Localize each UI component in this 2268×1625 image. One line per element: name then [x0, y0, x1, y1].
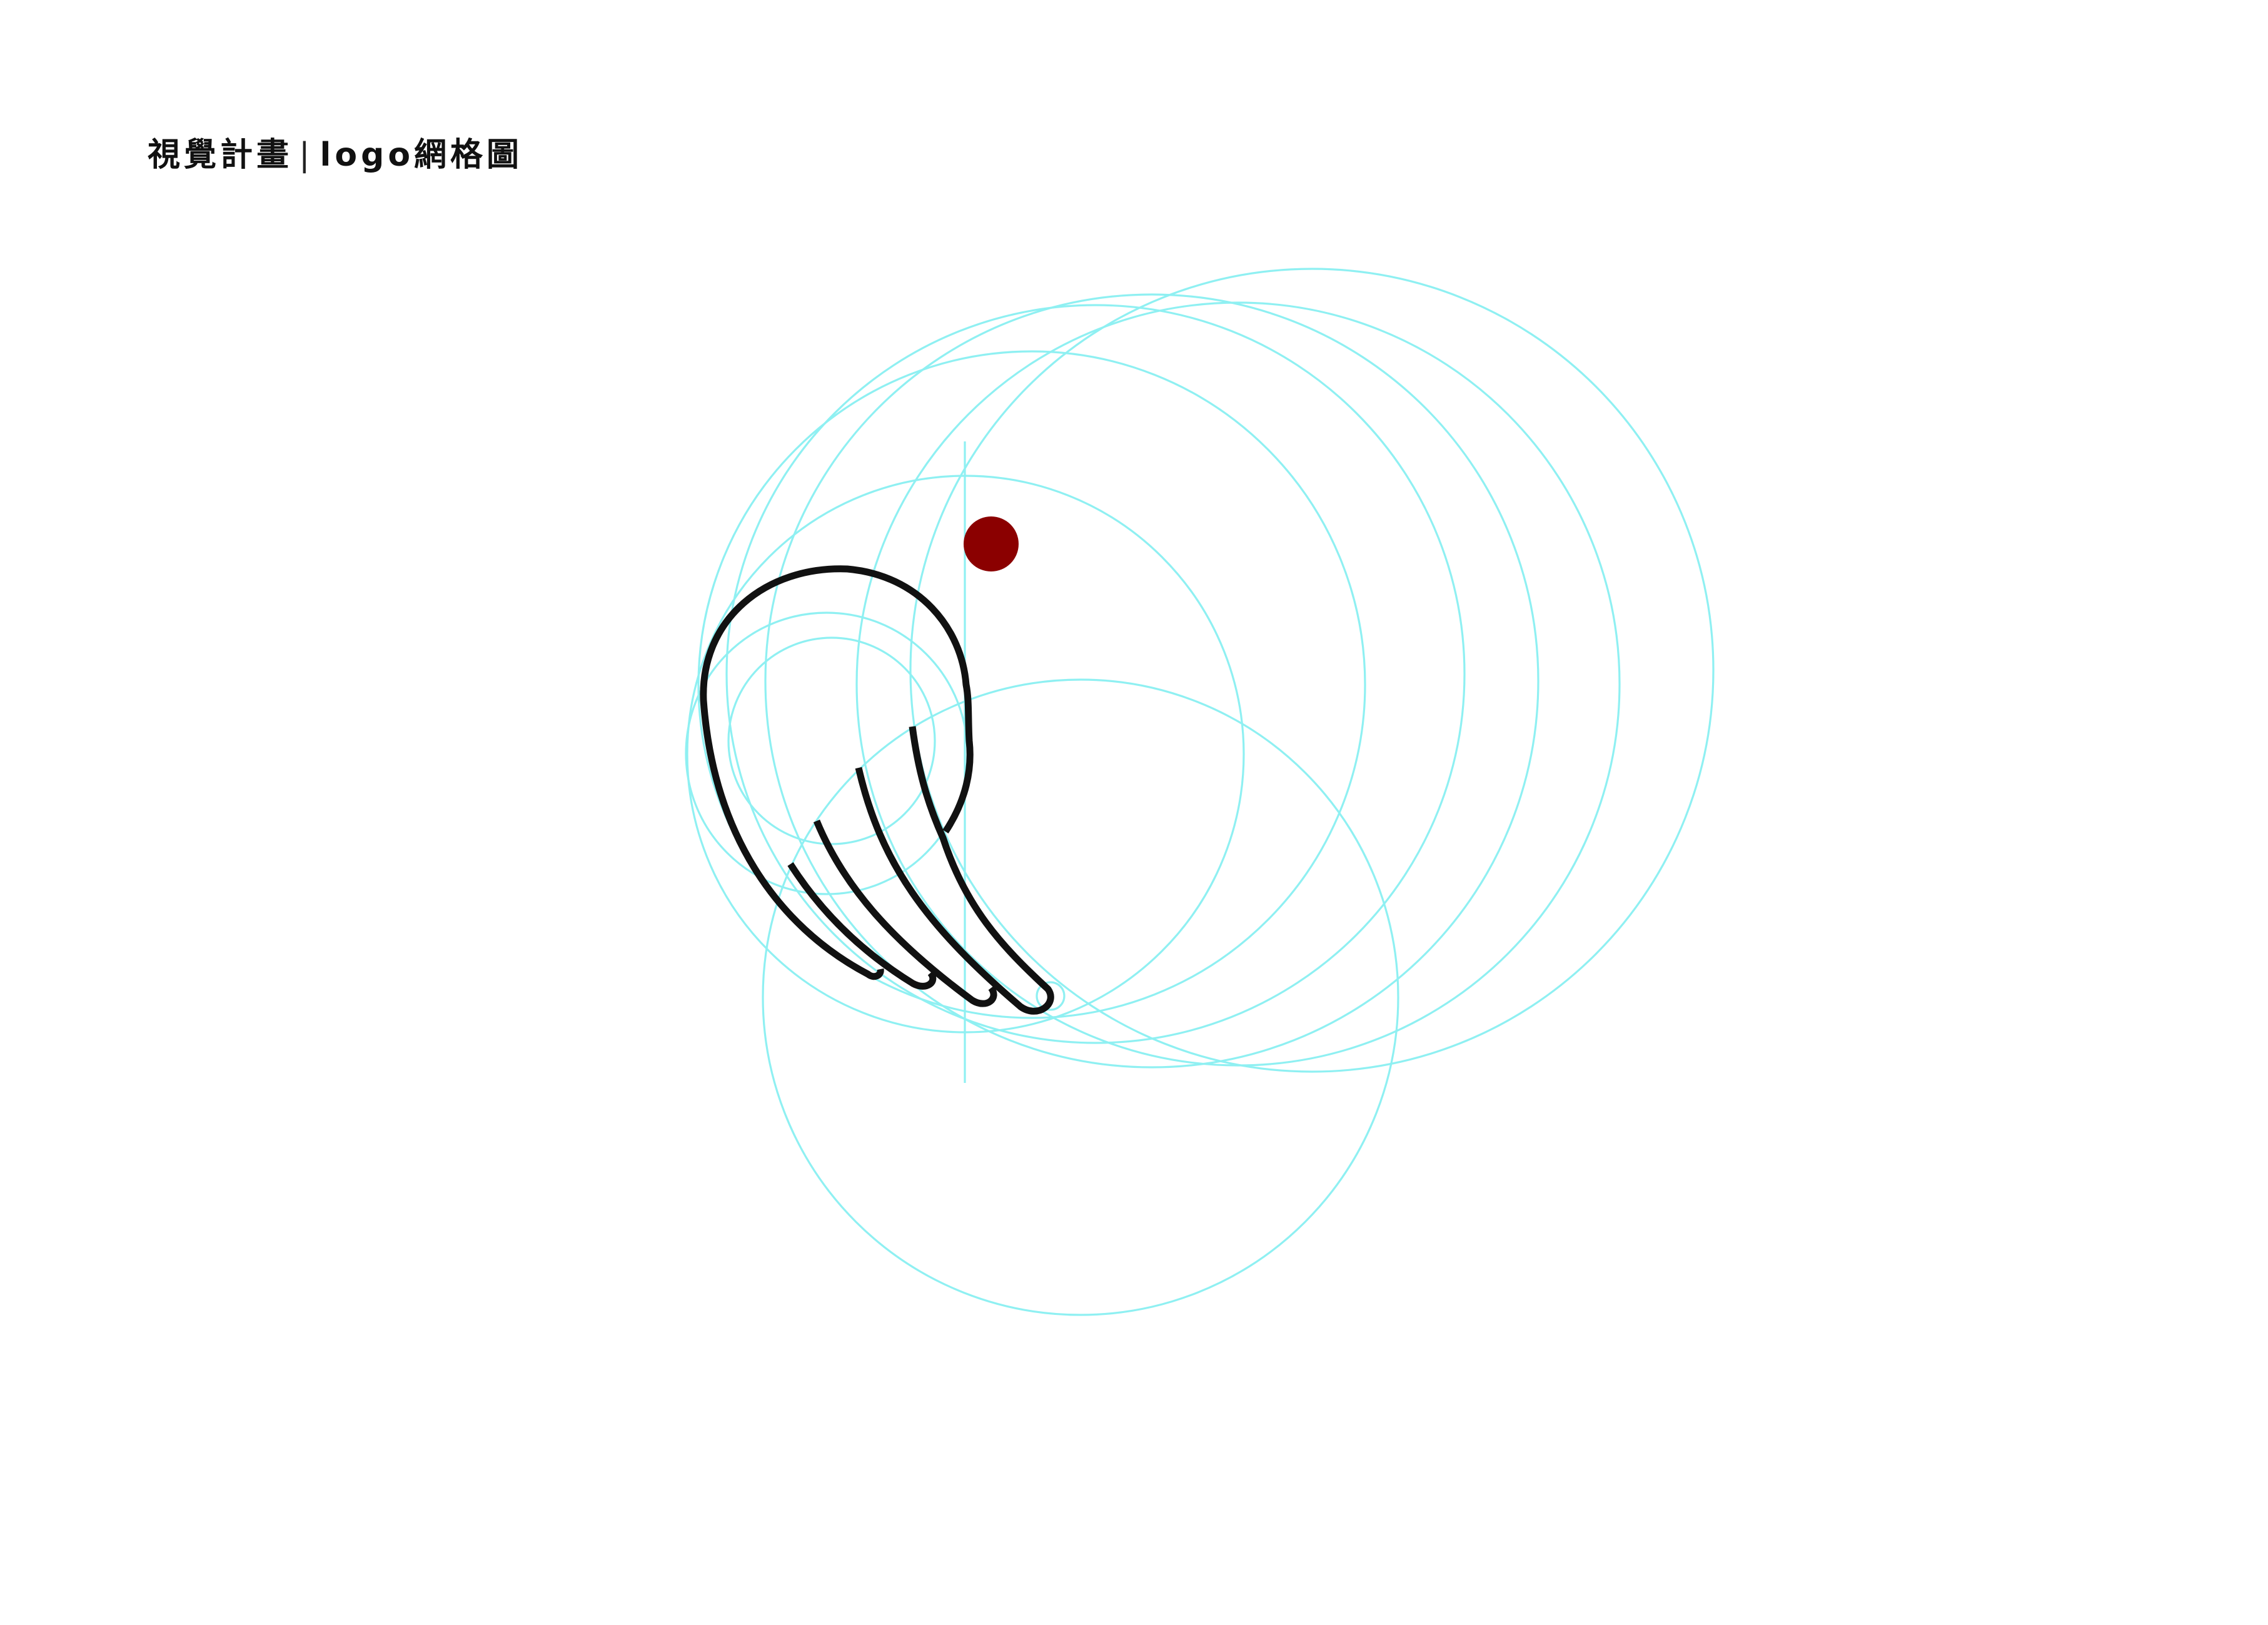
grid-circle-small — [685, 611, 969, 895]
page: 視覺計畫 | logo網格圖 — [0, 0, 2268, 1625]
logo-strokes — [700, 565, 1054, 1015]
grid-circle-large-left — [725, 304, 1466, 1044]
grid-circle-large-right — [855, 301, 1621, 1067]
grid-circle-large-mid — [764, 293, 1540, 1069]
grid-circle-tiny — [727, 636, 936, 845]
grid-circle-largest — [909, 268, 1715, 1073]
logo-grid-diagram — [685, 268, 1715, 1316]
grid-circle-medium — [697, 350, 1366, 1019]
construction-grid — [685, 268, 1715, 1316]
eye-dot — [964, 516, 1019, 571]
